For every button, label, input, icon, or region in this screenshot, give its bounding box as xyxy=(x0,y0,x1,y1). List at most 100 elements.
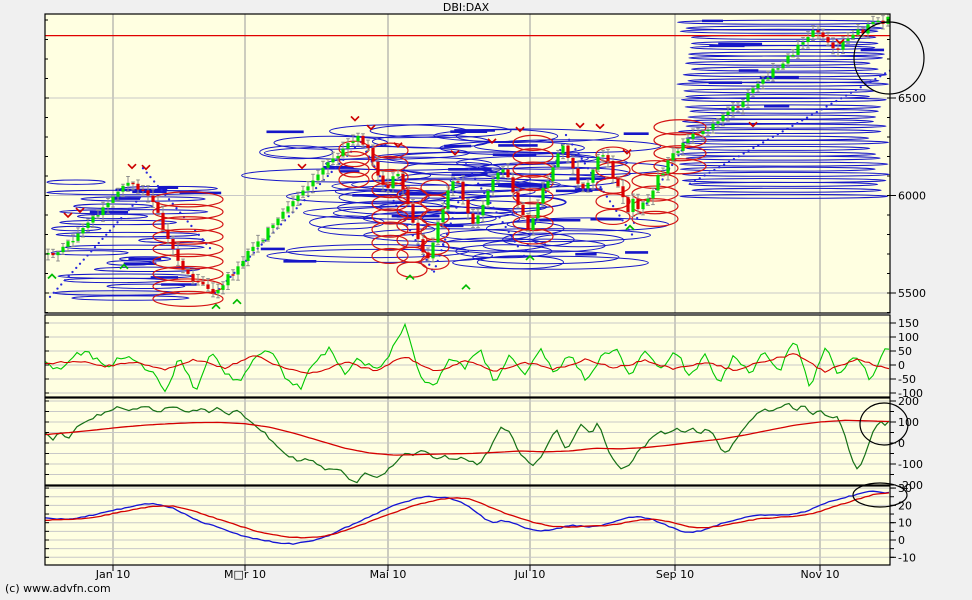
candle-down xyxy=(426,252,429,258)
sar-dot xyxy=(577,153,579,155)
candle-up xyxy=(656,175,659,190)
y-tick-label: 10 xyxy=(898,517,912,530)
sar-dot xyxy=(816,111,818,113)
sar-dot xyxy=(584,162,586,164)
sar-dot xyxy=(94,246,96,248)
chart-canvas: 650060005500150100500-50-1002001000-100-… xyxy=(0,0,972,600)
candle-up xyxy=(681,143,684,151)
candle-up xyxy=(811,30,814,37)
y-tick-label: 150 xyxy=(898,317,919,330)
sar-dot xyxy=(474,178,476,180)
x-tick-label: Nov 10 xyxy=(801,568,840,581)
candle-up xyxy=(476,215,479,223)
candle-up xyxy=(531,218,534,230)
candle-up xyxy=(341,149,344,156)
y-tick-label: 200 xyxy=(898,395,919,408)
candle-up xyxy=(391,176,394,188)
candle-up xyxy=(216,290,219,293)
sar-dot xyxy=(631,233,633,235)
sar-dot xyxy=(728,161,730,163)
candle-down xyxy=(386,185,389,188)
candle-down xyxy=(156,202,159,213)
candle-down xyxy=(626,197,629,212)
y-tick-label: 100 xyxy=(898,416,919,429)
sar-dot xyxy=(606,195,608,197)
candle-up xyxy=(786,56,789,64)
candle-up xyxy=(751,88,754,93)
candle-up xyxy=(246,251,249,261)
sar-dot xyxy=(56,287,58,289)
sar-dot xyxy=(229,276,231,278)
candle-up xyxy=(336,156,339,158)
candle-down xyxy=(181,261,184,270)
x-tick-label: Mai 10 xyxy=(370,568,407,581)
x-tick-label: Sep 10 xyxy=(656,568,694,581)
sar-dot xyxy=(105,234,107,236)
candle-up xyxy=(856,29,859,34)
candle-down xyxy=(376,162,379,176)
candle-down xyxy=(166,230,169,239)
panel-background xyxy=(45,315,890,397)
candle-up xyxy=(731,106,734,111)
candle-up xyxy=(441,209,444,222)
candle-up xyxy=(691,134,694,139)
sar-dot xyxy=(830,103,832,105)
candle-up xyxy=(396,174,399,176)
sar-dot xyxy=(83,258,85,260)
sar-dot xyxy=(747,150,749,152)
candle-down xyxy=(196,281,199,282)
sar-dot xyxy=(453,212,455,214)
sar-dot xyxy=(477,182,479,184)
candle-up xyxy=(331,158,334,162)
sar-dot xyxy=(153,180,155,182)
candle-up xyxy=(301,191,304,196)
sar-dot xyxy=(835,100,837,102)
candle-down xyxy=(201,282,204,285)
candle-down xyxy=(51,253,54,255)
candle-down xyxy=(191,274,194,281)
sar-dot xyxy=(860,86,862,88)
sar-dot xyxy=(743,152,745,154)
sar-dot xyxy=(428,264,430,266)
sar-dot xyxy=(435,265,437,267)
y-tick-label: 50 xyxy=(898,345,912,358)
sar-dot xyxy=(75,267,77,269)
candle-up xyxy=(676,151,679,153)
candle-down xyxy=(506,169,509,177)
candle-down xyxy=(371,148,374,162)
candle-up xyxy=(96,215,99,216)
sar-dot xyxy=(845,94,847,96)
sar-dot xyxy=(752,147,754,149)
candle-down xyxy=(566,146,569,158)
sar-dot xyxy=(587,167,589,169)
candle-up xyxy=(846,38,849,41)
sar-dot xyxy=(612,205,614,207)
sar-dot xyxy=(772,136,774,138)
sar-dot xyxy=(296,207,298,209)
sar-dot xyxy=(762,141,764,143)
candle-up xyxy=(236,266,239,274)
candle-up xyxy=(801,42,804,45)
candle-up xyxy=(356,136,359,142)
y-tick-label: 5500 xyxy=(898,287,926,300)
candle-up xyxy=(796,45,799,55)
candle-up xyxy=(711,124,714,130)
sar-dot xyxy=(495,211,497,213)
sar-dot xyxy=(128,209,130,211)
sar-dot xyxy=(113,225,115,227)
sar-dot xyxy=(53,292,55,294)
candle-up xyxy=(746,93,749,101)
sar-dot xyxy=(523,255,525,257)
sar-dot xyxy=(288,215,290,217)
candle-down xyxy=(406,190,409,205)
sar-dot xyxy=(699,177,701,179)
candle-down xyxy=(471,213,474,223)
sar-dot xyxy=(468,168,470,170)
sar-dot xyxy=(879,75,881,77)
candle-up xyxy=(716,121,719,123)
candle-up xyxy=(586,183,589,189)
candle-down xyxy=(821,32,824,37)
sar-dot xyxy=(331,171,333,173)
candle-up xyxy=(761,79,764,83)
candle-down xyxy=(621,186,624,197)
